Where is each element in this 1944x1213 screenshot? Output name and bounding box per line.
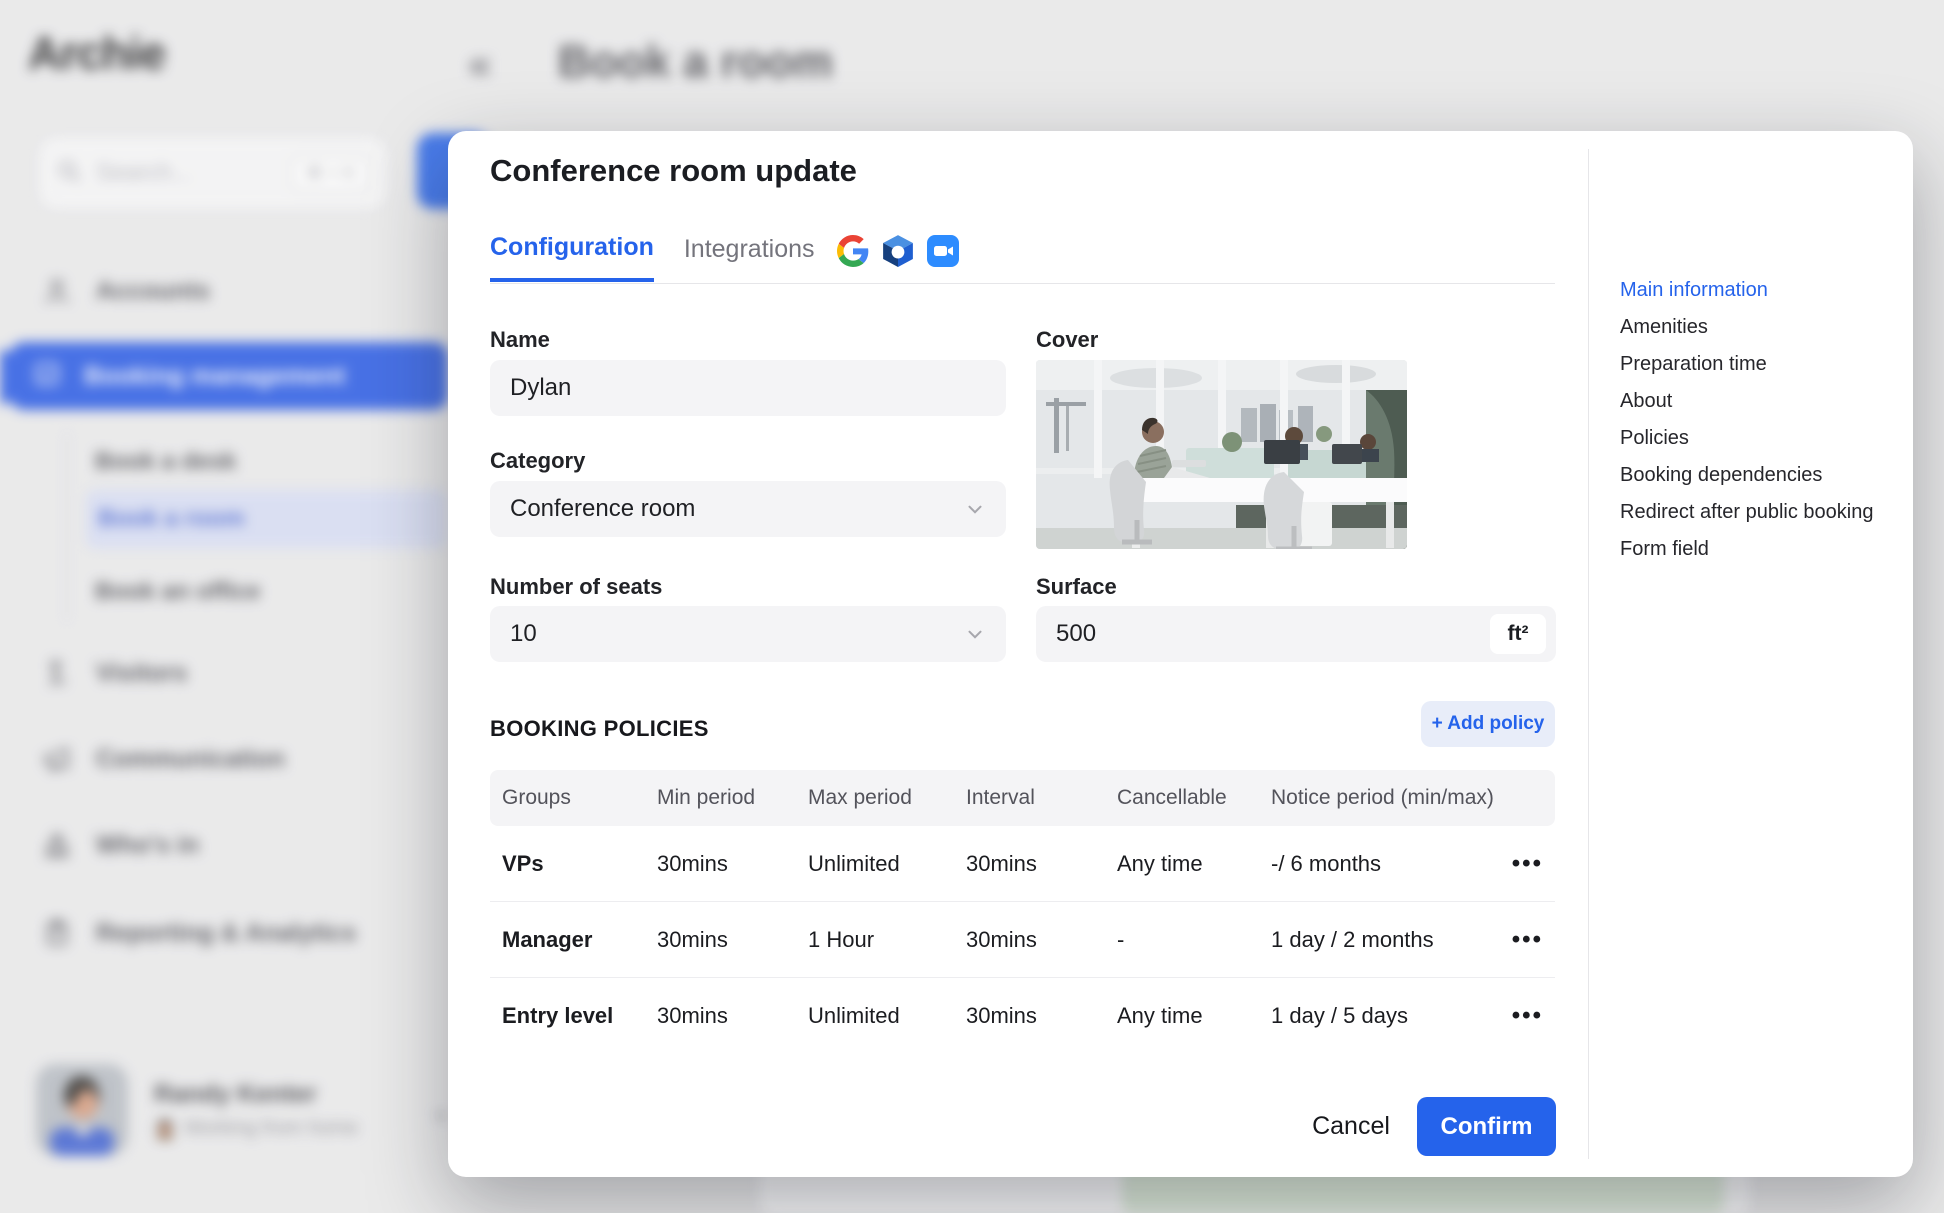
col-max-period: Max period	[808, 786, 966, 810]
cell-cancellable: -	[1117, 927, 1271, 953]
name-label: Name	[490, 327, 550, 353]
seats-label: Number of seats	[490, 574, 662, 600]
cell-max: Unlimited	[808, 1003, 966, 1029]
modal-tabs: Configuration Integrations	[490, 233, 959, 282]
screen: Archie « Book a room Search... ⌘ + K Acc…	[0, 0, 1944, 1213]
row-menu-icon[interactable]: •••	[1512, 850, 1543, 878]
row-menu-icon[interactable]: •••	[1512, 1002, 1543, 1030]
cell-notice: 1 day / 5 days	[1271, 1003, 1499, 1029]
cell-cancellable: Any time	[1117, 1003, 1271, 1029]
nav-form-field[interactable]: Form field	[1620, 537, 1873, 561]
cell-notice: 1 day / 2 months	[1271, 927, 1499, 953]
cover-label: Cover	[1036, 327, 1098, 353]
surface-label: Surface	[1036, 574, 1117, 600]
conference-room-update-modal: Conference room update Configuration Int…	[448, 131, 1913, 1177]
cancel-button[interactable]: Cancel	[1296, 1097, 1406, 1156]
booking-policies-table: Groups Min period Max period Interval Ca…	[490, 770, 1555, 1054]
booking-policies-heading: BOOKING POLICIES	[490, 716, 709, 742]
cell-interval: 30mins	[966, 927, 1117, 953]
table-header-row: Groups Min period Max period Interval Ca…	[490, 770, 1555, 826]
nav-redirect-after-public-booking[interactable]: Redirect after public booking	[1620, 500, 1873, 524]
surface-input[interactable]: 500 ft²	[1036, 606, 1556, 662]
table-row: VPs 30mins Unlimited 30mins Any time -/ …	[490, 826, 1555, 902]
row-menu-icon[interactable]: •••	[1512, 926, 1543, 954]
microsoft-365-icon	[881, 234, 915, 268]
surface-value: 500	[1056, 620, 1490, 648]
cell-cancellable: Any time	[1117, 851, 1271, 877]
cell-group: VPs	[502, 851, 657, 877]
nav-preparation-time[interactable]: Preparation time	[1620, 352, 1873, 376]
nav-policies[interactable]: Policies	[1620, 426, 1873, 450]
modal-title: Conference room update	[490, 153, 857, 189]
zoom-icon	[927, 235, 959, 267]
nav-amenities[interactable]: Amenities	[1620, 315, 1873, 339]
modal-section-nav: Main information Amenities Preparation t…	[1620, 278, 1873, 561]
category-label: Category	[490, 448, 585, 474]
cell-min: 30mins	[657, 927, 808, 953]
tab-integrations[interactable]: Integrations	[684, 235, 815, 280]
chevron-down-icon	[964, 623, 986, 645]
category-select[interactable]: Conference room	[490, 481, 1006, 537]
integration-badges	[837, 234, 959, 268]
col-notice-period: Notice period (min/max)	[1271, 786, 1499, 810]
cell-group: Entry level	[502, 1003, 657, 1029]
cell-interval: 30mins	[966, 1003, 1117, 1029]
table-row: Manager 30mins 1 Hour 30mins - 1 day / 2…	[490, 902, 1555, 978]
seats-select[interactable]: 10	[490, 606, 1006, 662]
name-input[interactable]: Dylan	[490, 360, 1006, 416]
confirm-button[interactable]: Confirm	[1417, 1097, 1556, 1156]
nav-main-information[interactable]: Main information	[1620, 278, 1873, 302]
seats-value: 10	[510, 620, 964, 648]
col-interval: Interval	[966, 786, 1117, 810]
nav-about[interactable]: About	[1620, 389, 1873, 413]
nav-booking-dependencies[interactable]: Booking dependencies	[1620, 463, 1873, 487]
cell-min: 30mins	[657, 851, 808, 877]
col-cancellable: Cancellable	[1117, 786, 1271, 810]
cell-min: 30mins	[657, 1003, 808, 1029]
surface-unit-badge: ft²	[1490, 614, 1546, 654]
tabs-divider	[490, 283, 1555, 284]
add-policy-button[interactable]: + Add policy	[1421, 701, 1555, 747]
cell-notice: -/ 6 months	[1271, 851, 1499, 877]
cell-interval: 30mins	[966, 851, 1117, 877]
cell-max: 1 Hour	[808, 927, 966, 953]
col-groups: Groups	[502, 786, 657, 810]
tab-configuration[interactable]: Configuration	[490, 233, 654, 282]
col-min-period: Min period	[657, 786, 808, 810]
chevron-down-icon	[964, 498, 986, 520]
table-row: Entry level 30mins Unlimited 30mins Any …	[490, 978, 1555, 1054]
category-value: Conference room	[510, 495, 964, 523]
name-value: Dylan	[510, 374, 986, 402]
google-icon	[837, 235, 869, 267]
cover-image[interactable]	[1036, 360, 1407, 549]
cell-max: Unlimited	[808, 851, 966, 877]
cell-group: Manager	[502, 927, 657, 953]
modal-section-divider	[1588, 149, 1589, 1159]
